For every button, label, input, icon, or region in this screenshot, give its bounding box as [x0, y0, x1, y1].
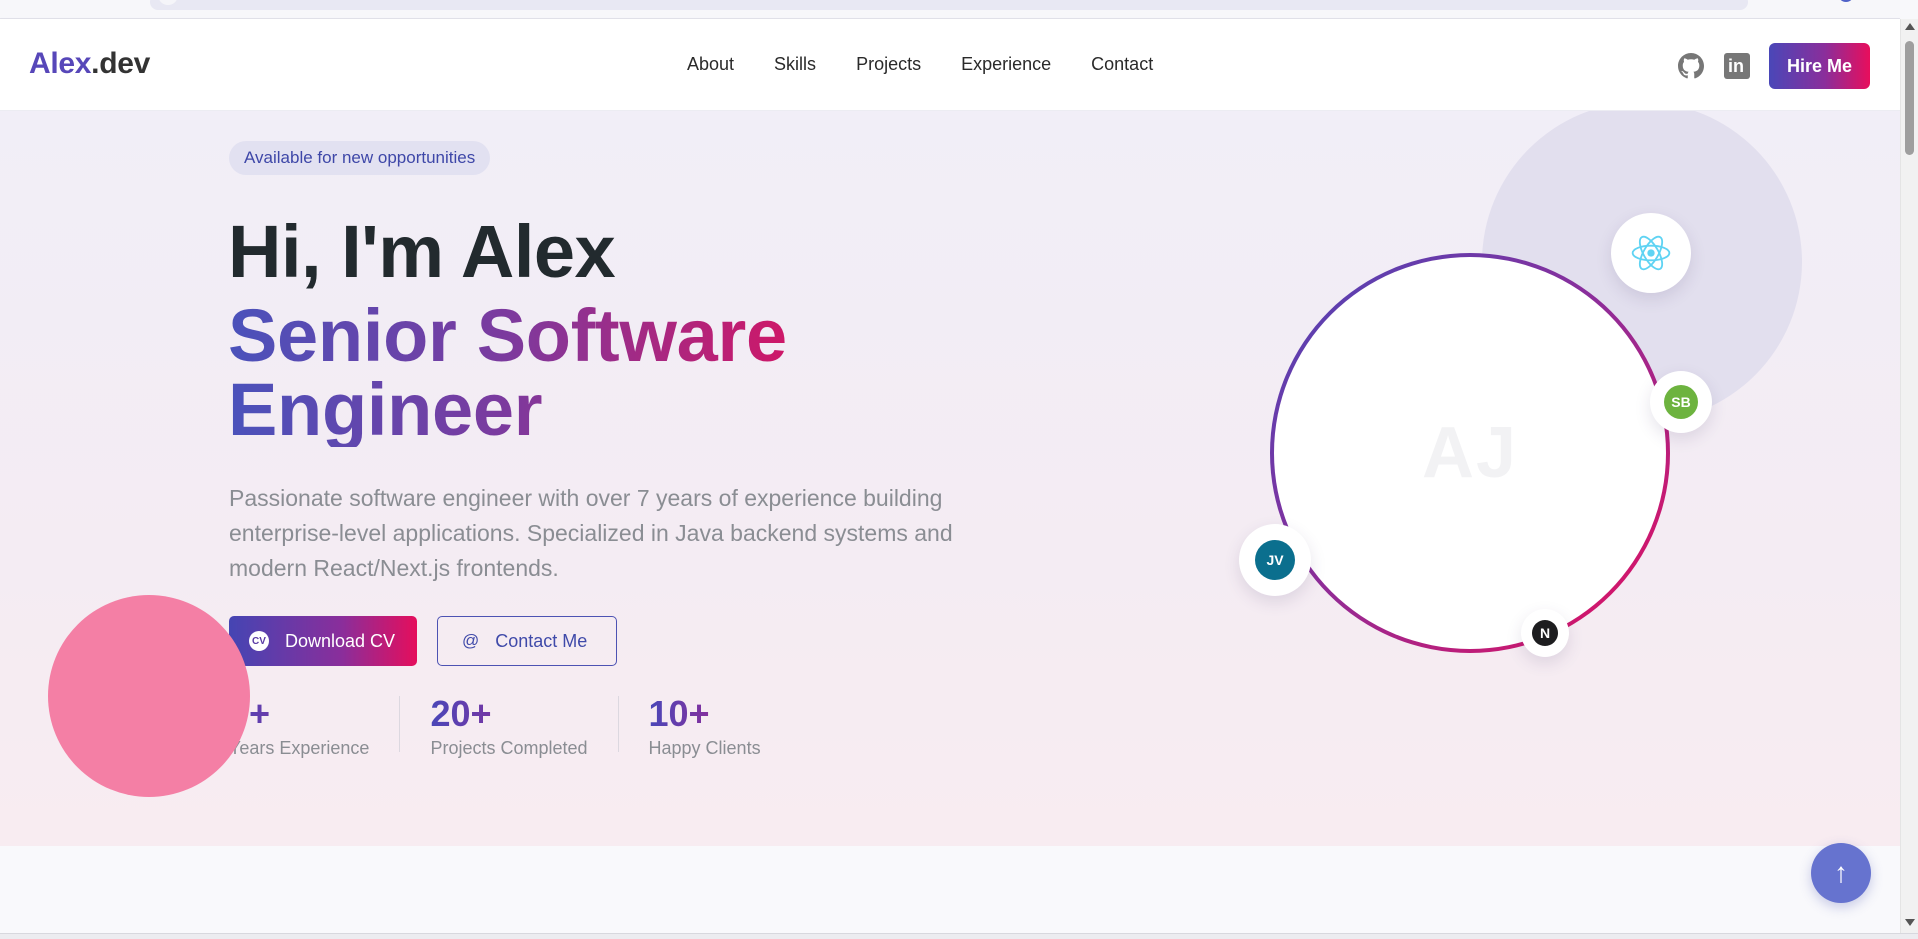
react-logo-icon — [1631, 235, 1671, 271]
hero-greeting: Hi, I'm Alex — [228, 210, 616, 293]
avatar: AJ — [1274, 257, 1666, 649]
nav-link-experience[interactable]: Experience — [961, 54, 1051, 75]
stat-label: Projects Completed — [430, 738, 588, 758]
contact-me-label: Contact Me — [495, 630, 588, 651]
avatar-initials: AJ — [1421, 413, 1519, 493]
nav-link-about[interactable]: About — [687, 54, 734, 75]
hero-role: Senior Software Engineer — [228, 299, 848, 447]
spring-boot-badge: SB — [1664, 385, 1698, 419]
browser-bottom-strip — [0, 933, 1918, 939]
page-scrollbar[interactable] — [1900, 19, 1918, 933]
stat-projects: 20+ Projects Completed — [430, 696, 619, 758]
hero-description: Passionate software engineer with over 7… — [229, 485, 953, 581]
java-icon: JV — [1239, 524, 1311, 596]
download-cv-button[interactable]: CV Download CV — [229, 616, 417, 666]
logo-main: Alex — [29, 47, 92, 80]
navbar: Alex.dev About Skills Projects Experienc… — [0, 19, 1900, 111]
github-icon[interactable] — [1678, 53, 1704, 79]
decorative-pink-circle — [48, 595, 250, 797]
availability-badge: Available for new opportunities — [229, 141, 491, 175]
stat-value: 10+ — [649, 696, 761, 732]
stat-value: 7+ — [229, 696, 369, 732]
download-cv-label: Download CV — [285, 630, 396, 651]
hire-me-button[interactable]: Hire Me — [1769, 43, 1870, 89]
stats-row: 7+ Years Experience 20+ Projects Complet… — [229, 696, 821, 759]
nav-link-skills[interactable]: Skills — [774, 54, 816, 75]
nav-link-projects[interactable]: Projects — [856, 54, 921, 75]
linkedin-glyph: in — [1728, 56, 1744, 76]
cv-icon: CV — [249, 631, 269, 651]
react-icon — [1611, 213, 1691, 293]
contact-me-button[interactable]: @ Contact Me — [437, 616, 617, 666]
nextjs-icon: N — [1521, 609, 1569, 657]
scroll-down-arrow-icon[interactable] — [1905, 919, 1915, 926]
nextjs-badge: N — [1532, 620, 1558, 646]
linkedin-icon[interactable]: in — [1724, 53, 1750, 79]
next-section — [0, 846, 1900, 933]
profile-avatar-ring: AJ — [1270, 253, 1670, 653]
scroll-up-arrow-icon[interactable] — [1905, 23, 1915, 30]
stat-clients: 10+ Happy Clients — [649, 696, 791, 759]
address-bar[interactable] — [150, 0, 1748, 10]
at-icon: @ — [462, 631, 480, 650]
stat-label: Happy Clients — [648, 738, 761, 758]
scrollbar-thumb[interactable] — [1905, 41, 1914, 155]
profile-icon[interactable] — [1838, 0, 1854, 2]
stat-value: 20+ — [430, 696, 587, 732]
stat-label: Years Experience — [229, 738, 370, 758]
hero-section: Available for new opportunities Hi, I'm … — [0, 111, 1900, 846]
browser-top-strip — [0, 0, 1900, 19]
scroll-to-top-button[interactable]: ↑ — [1811, 843, 1871, 903]
java-badge: JV — [1255, 540, 1295, 580]
spring-boot-icon: SB — [1650, 371, 1712, 433]
stat-years: 7+ Years Experience — [229, 696, 401, 758]
nav-links: About Skills Projects Experience Contact — [687, 54, 1193, 75]
site-logo[interactable]: Alex.dev — [29, 47, 150, 81]
logo-suffix: .dev — [91, 47, 151, 80]
nav-link-contact[interactable]: Contact — [1091, 54, 1153, 75]
